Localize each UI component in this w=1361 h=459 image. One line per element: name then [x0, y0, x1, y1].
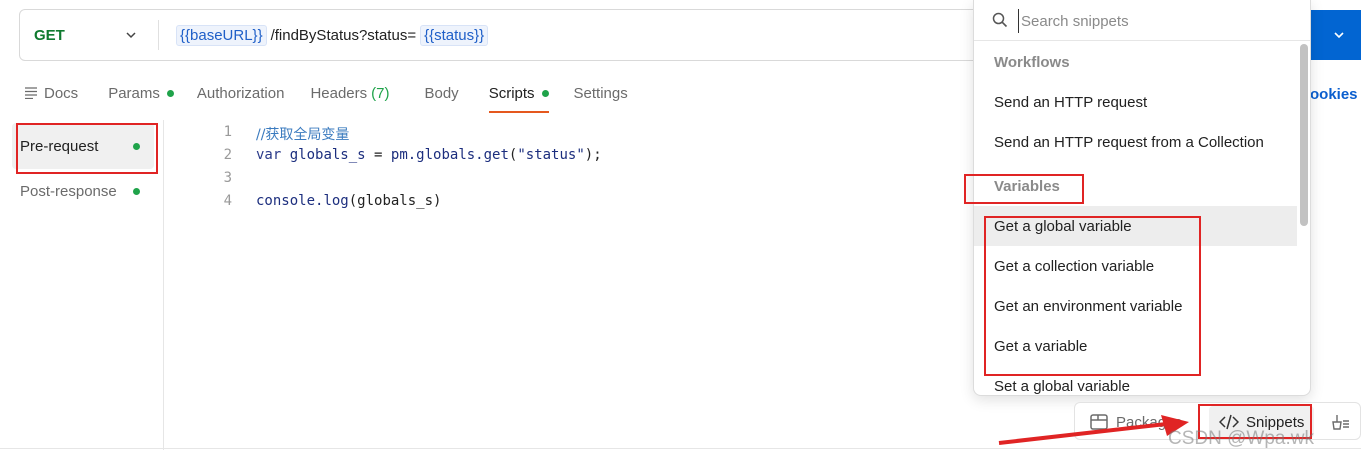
- url-input[interactable]: {{baseURL}} /findByStatus?status= {{stat…: [176, 25, 489, 46]
- snippets-list: Workflows Send an HTTP request Send an H…: [974, 42, 1298, 395]
- snippets-search: [974, 0, 1310, 41]
- code-line: 4 console.log(globals_s): [200, 193, 602, 216]
- clear-format-button[interactable]: [1329, 403, 1358, 441]
- snippet-item[interactable]: Get a collection variable: [974, 246, 1298, 286]
- code-operator: =: [365, 147, 391, 163]
- headers-count: (7): [371, 84, 390, 102]
- tab-docs[interactable]: Docs: [24, 82, 78, 104]
- tab-label: Headers: [310, 84, 368, 102]
- snippet-item[interactable]: Get an environment variable: [974, 286, 1298, 326]
- status-dot: [166, 89, 174, 97]
- code-identifier: globals_s: [289, 147, 366, 163]
- snippet-group-title: Workflows: [994, 53, 1070, 71]
- tab-authorization[interactable]: Authorization: [197, 82, 285, 104]
- code-object: pm.globals.: [390, 147, 484, 163]
- snippets-dropdown: Workflows Send an HTTP request Send an H…: [973, 0, 1311, 396]
- code-paren: );: [584, 147, 602, 163]
- code-line: 2 var globals_s = pm.globals.get("status…: [200, 147, 602, 170]
- snippet-item[interactable]: Set a global variable: [974, 366, 1298, 395]
- snippet-item[interactable]: Send an HTTP request: [974, 82, 1298, 122]
- line-number: 2: [223, 147, 232, 163]
- code-object: console.: [256, 193, 324, 209]
- method-select[interactable]: GET: [34, 27, 65, 44]
- code-args: (globals_s): [348, 193, 442, 209]
- snippet-item[interactable]: Get a global variable: [974, 206, 1297, 246]
- variable-chip-baseurl[interactable]: {{baseURL}}: [176, 25, 267, 46]
- tab-settings[interactable]: Settings: [574, 82, 628, 104]
- line-number: 4: [223, 193, 232, 209]
- code-comment: //获取全局变量: [256, 127, 350, 143]
- line-number: 1: [223, 124, 232, 140]
- request-url-bar: GET {{baseURL}} /findByStatus?status= {{…: [19, 9, 1019, 61]
- search-icon: [992, 12, 1008, 28]
- docs-icon: [25, 87, 37, 99]
- sidebar-item-pre-request[interactable]: Pre-request: [12, 123, 154, 169]
- snippet-item[interactable]: Send an HTTP request from a Collection: [974, 122, 1298, 162]
- cookies-link[interactable]: ookies: [1310, 86, 1358, 103]
- status-dot: [541, 89, 549, 97]
- tab-label: Scripts: [488, 84, 535, 102]
- annotation-arrow-icon: [998, 415, 1189, 445]
- code-function: get: [483, 147, 509, 163]
- tab-label: Settings: [573, 84, 628, 102]
- code-editor[interactable]: 1 //获取全局变量 2 var globals_s = pm.globals.…: [200, 124, 602, 216]
- status-dot: [133, 188, 140, 195]
- status-dot: [133, 143, 140, 150]
- tab-label: Authorization: [196, 84, 285, 102]
- line-number: 3: [223, 170, 232, 186]
- tab-scripts[interactable]: Scripts: [488, 82, 549, 113]
- watermark: CSDN @Wpa.wk: [1168, 428, 1314, 449]
- code-content: var globals_s = pm.globals.get("status")…: [256, 147, 602, 170]
- chevron-down-icon[interactable]: [124, 28, 138, 42]
- tab-label: Params: [108, 84, 160, 102]
- sidebar-item-label: Pre-request: [20, 137, 99, 155]
- variable-chip-status[interactable]: {{status}}: [420, 25, 489, 46]
- sidebar-item-label: Post-response: [20, 182, 117, 200]
- code-line: 3: [200, 170, 602, 193]
- tab-body[interactable]: Body: [424, 82, 458, 104]
- page: GET {{baseURL}} /findByStatus?status= {{…: [0, 0, 1361, 459]
- code-function: log: [323, 193, 349, 209]
- request-tabs: Docs Params Authorization Headers (7) Bo…: [24, 82, 628, 113]
- code-string: "status": [517, 147, 585, 163]
- scrollbar-thumb[interactable]: [1300, 44, 1308, 226]
- snippet-group-title: Variables: [994, 177, 1060, 195]
- sidebar-item-post-response[interactable]: Post-response: [12, 168, 154, 214]
- tab-headers[interactable]: Headers (7): [310, 82, 389, 104]
- code-keyword: var: [256, 147, 282, 163]
- snippet-item[interactable]: Get a variable: [974, 326, 1298, 366]
- tab-label: Docs: [44, 84, 79, 102]
- tab-params[interactable]: Params: [108, 82, 174, 104]
- code-content: console.log(globals_s): [256, 193, 441, 216]
- snippets-search-input[interactable]: [1018, 9, 1288, 33]
- scripts-sidebar: Pre-request Post-response: [0, 120, 164, 450]
- chevron-down-icon[interactable]: [1332, 28, 1346, 42]
- broom-icon: [1332, 415, 1349, 430]
- url-divider: [158, 20, 159, 50]
- code-line: 1 //获取全局变量: [200, 124, 602, 147]
- url-path: /findByStatus?status=: [270, 27, 417, 44]
- tab-label: Body: [424, 84, 459, 102]
